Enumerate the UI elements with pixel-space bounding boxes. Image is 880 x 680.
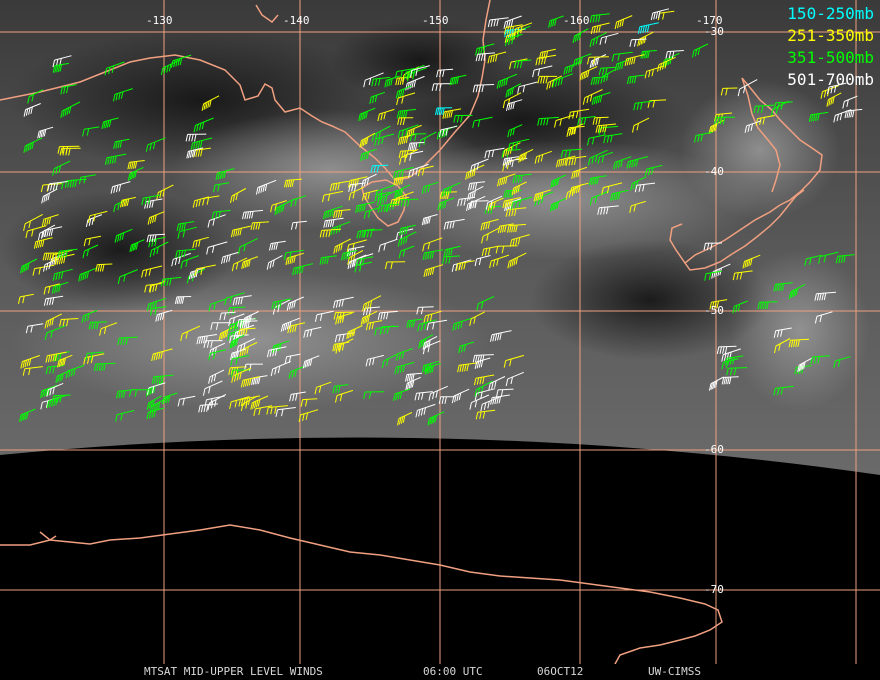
wind-barb-shaft: [497, 245, 518, 247]
legend-251-350mb: 251-350mb: [787, 26, 874, 45]
lon-label-160: -160: [563, 14, 590, 27]
product-name: MTSAT MID-UPPER LEVEL WINDS: [144, 665, 323, 678]
lon-label-140: -140: [283, 14, 310, 27]
lat-label-50: -50: [704, 304, 724, 317]
credit-label: UW-CIMSS: [648, 665, 701, 678]
legend-501-700mb: 501-700mb: [787, 70, 874, 89]
map-canvas: [0, 0, 880, 665]
wind-barb-shaft: [229, 306, 246, 309]
wind-barb-shaft: [728, 367, 748, 369]
legend-351-500mb: 351-500mb: [787, 48, 874, 67]
observation-time: 06:00 UTC: [423, 665, 483, 678]
wind-barb-shaft: [372, 164, 389, 167]
satellite-wind-map: -130 -140 -150 -160 -170 -30 -40 -50 -60…: [0, 0, 880, 680]
lon-label-130: -130: [146, 14, 173, 27]
lon-label-150: -150: [422, 14, 449, 27]
lat-label-30: -30: [704, 25, 724, 38]
observation-date: 06OCT12: [537, 665, 584, 678]
wind-barb-shaft: [588, 56, 609, 58]
legend-150-250mb: 150-250mb: [787, 4, 874, 23]
wind-barb-shaft: [418, 306, 434, 308]
lat-label-60: -60: [704, 443, 724, 456]
lat-label-40: -40: [704, 165, 724, 178]
lat-label-70: -70: [704, 583, 724, 596]
